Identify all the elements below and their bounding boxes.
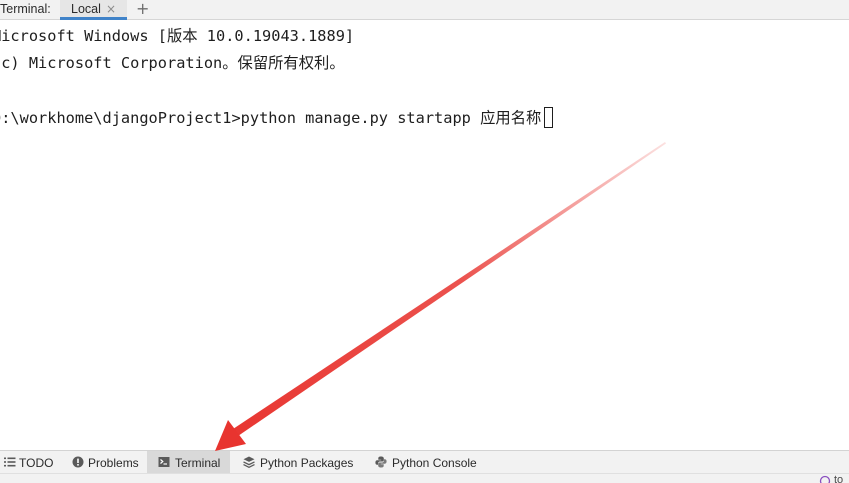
add-tab-icon[interactable]: + [136, 0, 149, 18]
tool-window-label: Terminal [175, 456, 221, 470]
layers-icon [243, 456, 255, 468]
tool-window-label: Problems [88, 456, 139, 470]
status-corner: to [818, 474, 849, 483]
terminal-icon [158, 457, 170, 467]
tool-window-problems[interactable]: Problems [66, 451, 146, 473]
tool-window-label: Python Console [392, 456, 477, 470]
python-icon [375, 456, 387, 468]
terminal-line: Microsoft Windows [版本 10.0.19043.1889] [0, 27, 355, 45]
event-log-icon[interactable] [819, 475, 831, 483]
terminal-line: (c) Microsoft Corporation。保留所有权利。 [0, 54, 345, 72]
terminal-output[interactable]: Microsoft Windows [版本 10.0.19043.1889] (… [0, 21, 849, 450]
tool-window-label: Python Packages [260, 456, 354, 470]
status-bar [0, 473, 849, 483]
terminal-tab-bar: Terminal: Local × + [0, 0, 849, 20]
close-icon[interactable]: × [106, 2, 116, 16]
tab-local[interactable]: Local × [60, 0, 127, 20]
tool-window-terminal[interactable]: Terminal [147, 451, 230, 473]
tool-window-label: TODO [19, 456, 54, 470]
tool-window-todo[interactable]: TODO [0, 451, 58, 473]
ide-window: Terminal: Local × + Microsoft Windows [版… [0, 0, 849, 483]
terminal-command-text: D:\workhome\djangoProject1>python manage… [0, 109, 542, 127]
tool-window-python-console[interactable]: Python Console [368, 451, 483, 473]
list-icon [4, 457, 16, 467]
terminal-tab-bar-label: Terminal: [0, 2, 51, 16]
tool-window-bar: TODO Problems Terminal Python Packages P… [0, 450, 849, 473]
terminal-cursor [544, 107, 554, 128]
terminal-prompt-line[interactable]: D:\workhome\djangoProject1>python manage… [0, 107, 554, 128]
tool-window-python-packages[interactable]: Python Packages [236, 451, 360, 473]
tab-local-label: Local [71, 2, 101, 16]
status-corner-text: to [834, 474, 844, 483]
problems-icon [72, 456, 84, 468]
